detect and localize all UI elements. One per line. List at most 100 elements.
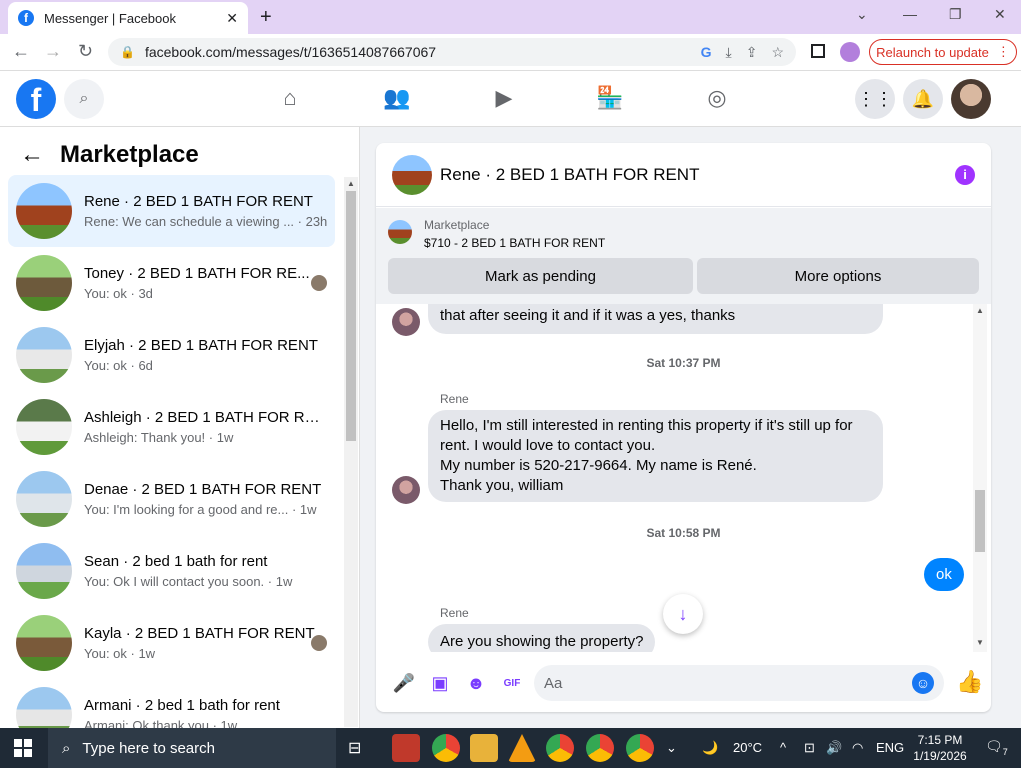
chat-preview: You: ok · 3d xyxy=(84,286,153,301)
scroll-to-bottom-icon[interactable]: ↓ xyxy=(663,594,703,634)
chat-item-denae[interactable]: Denae · 2 BED 1 BATH FOR RENT You: I'm l… xyxy=(8,463,335,535)
message-bubble[interactable]: Hello, I'm still interested in renting t… xyxy=(428,410,883,502)
facebook-logo-icon[interactable]: f xyxy=(16,79,56,119)
network-icon[interactable]: ◠ xyxy=(852,740,863,756)
listing-thumbnail[interactable] xyxy=(388,220,412,244)
weather-icon[interactable]: 🌙 xyxy=(702,740,718,756)
message-bubble[interactable]: that after seeing it and if it was a yes… xyxy=(428,304,883,334)
sender-avatar[interactable] xyxy=(392,476,420,504)
notifications-icon[interactable]: 🔔 xyxy=(903,79,943,119)
restore-icon[interactable]: ❐ xyxy=(949,6,962,23)
show-hidden-icons[interactable]: ^ xyxy=(780,740,786,755)
timestamp: Sat 10:58 PM xyxy=(646,526,721,540)
chat-name: Kayla · 2 BED 1 BATH FOR RENT xyxy=(84,625,315,642)
chrome-icon[interactable] xyxy=(626,734,654,762)
paint-app-icon[interactable] xyxy=(392,734,420,762)
friends-icon[interactable]: 👥 xyxy=(382,85,412,111)
url-text: facebook.com/messages/t/1636514087667067 xyxy=(144,44,437,60)
url-bar[interactable]: 🔒 facebook.com/messages/t/16365140876670… xyxy=(108,38,796,66)
scroll-thumb[interactable] xyxy=(346,191,356,441)
back-icon[interactable]: ← xyxy=(12,41,30,62)
chat-item-ashleigh[interactable]: Ashleigh · 2 BED 1 BATH FOR RE... Ashlei… xyxy=(8,391,335,463)
taskbar-overflow-icon[interactable]: ⌄ xyxy=(666,740,677,756)
scroll-up-icon[interactable]: ▲ xyxy=(347,179,355,188)
microphone-icon[interactable]: 🎤 xyxy=(386,665,422,701)
message-line: My number is 520-217-9664. My name is Re… xyxy=(440,457,757,474)
bookmark-star-icon[interactable]: ☆ xyxy=(771,44,784,61)
chrome-icon[interactable] xyxy=(432,734,460,762)
chat-list-pane: ← Marketplace Rene · 2 BED 1 BATH FOR RE… xyxy=(0,127,360,728)
notification-count: 7 xyxy=(1002,746,1008,757)
info-icon[interactable]: i xyxy=(955,164,975,185)
search-icon[interactable]: ⌕ xyxy=(64,79,104,119)
scroll-thumb[interactable] xyxy=(975,490,985,552)
google-icon[interactable]: G xyxy=(701,44,712,61)
conversation-header: Rene · 2 BED 1 BATH FOR RENT i xyxy=(376,143,991,207)
chat-item-armani[interactable]: Armani · 2 bed 1 bath for rent Armani: O… xyxy=(8,679,335,728)
groups-icon[interactable]: ◎ xyxy=(702,85,732,111)
image-icon[interactable]: ▣ xyxy=(422,665,458,701)
language-indicator[interactable]: ENG xyxy=(876,740,904,755)
scroll-up-icon[interactable]: ▲ xyxy=(976,306,984,315)
message-bubble[interactable]: Are you showing the property? xyxy=(428,624,656,652)
forward-icon[interactable]: → xyxy=(44,41,62,62)
scroll-down-icon[interactable]: ▼ xyxy=(976,638,984,647)
listing-price[interactable]: $710 - 2 BED 1 BATH FOR RENT xyxy=(424,236,605,250)
more-options-button[interactable]: More options xyxy=(697,258,979,294)
chrome-icon[interactable] xyxy=(546,734,574,762)
marketplace-icon[interactable]: 🏪 xyxy=(595,85,625,111)
clock-time: 7:15 PM xyxy=(917,733,963,747)
relaunch-button[interactable]: Relaunch to update ⋮ xyxy=(869,39,1017,65)
gif-icon[interactable]: GIF xyxy=(494,665,530,701)
chat-item-kayla[interactable]: Kayla · 2 BED 1 BATH FOR RENT You: ok · … xyxy=(8,607,335,679)
taskbar-clock[interactable]: 7:15 PM 1/19/2026 xyxy=(905,732,975,764)
notification-center-icon[interactable]: 🗨7 xyxy=(985,738,1008,757)
my-message-bubble[interactable]: ok xyxy=(924,558,964,591)
menu-grid-icon[interactable]: ⋮⋮ xyxy=(855,79,895,119)
side-panel-icon[interactable] xyxy=(811,44,825,58)
sender-name: Rene xyxy=(440,606,469,620)
chrome-icon[interactable] xyxy=(586,734,614,762)
listing-thumbnail xyxy=(16,687,72,728)
tab-search-icon[interactable]: ⌄ xyxy=(856,6,868,23)
chat-item-toney[interactable]: Toney · 2 BED 1 BATH FOR RE... You: ok ·… xyxy=(8,247,335,319)
close-window-icon[interactable]: ✕ xyxy=(994,6,1006,23)
conversation-title[interactable]: Rene · 2 BED 1 BATH FOR RENT xyxy=(440,165,955,185)
back-arrow-icon[interactable]: ← xyxy=(20,141,44,169)
close-tab-icon[interactable]: ✕ xyxy=(226,10,238,27)
listing-thumbnail xyxy=(16,399,72,455)
account-avatar[interactable] xyxy=(951,79,991,119)
taskbar-search[interactable]: ⌕ Type here to search xyxy=(48,728,336,768)
sticker-icon[interactable]: ☻ xyxy=(458,665,494,701)
new-tab-icon[interactable]: + xyxy=(260,6,272,29)
profile-icon[interactable] xyxy=(840,42,860,62)
reload-icon[interactable]: ↻ xyxy=(78,41,93,62)
message-input[interactable]: Aa ☺ xyxy=(534,665,944,701)
conversation-avatar[interactable] xyxy=(392,154,432,195)
weather-temp[interactable]: 20°C xyxy=(733,740,762,755)
install-icon[interactable]: ⤓ xyxy=(726,44,732,61)
taskbar-search-placeholder: Type here to search xyxy=(82,739,215,757)
chat-item-sean[interactable]: Sean · 2 bed 1 bath for rent You: Ok I w… xyxy=(8,535,335,607)
chat-item-rene[interactable]: Rene · 2 BED 1 BATH FOR RENT Rene: We ca… xyxy=(8,175,335,247)
tab-title: Messenger | Facebook xyxy=(44,10,176,26)
browser-tab[interactable]: f Messenger | Facebook ✕ xyxy=(8,2,248,34)
file-explorer-icon[interactable] xyxy=(470,734,498,762)
home-icon[interactable]: ⌂ xyxy=(275,85,305,111)
like-icon[interactable]: 👍 xyxy=(956,669,983,695)
minimize-icon[interactable]: — xyxy=(903,6,917,22)
task-view-icon[interactable]: ⊟ xyxy=(348,738,361,766)
share-icon[interactable]: ⇪ xyxy=(746,44,758,61)
sender-avatar[interactable] xyxy=(392,308,420,336)
thread-scrollbar[interactable]: ▲ ▼ xyxy=(973,304,987,652)
windows-start-icon[interactable] xyxy=(14,739,32,757)
emoji-icon[interactable]: ☺ xyxy=(912,672,934,694)
mark-as-pending-button[interactable]: Mark as pending xyxy=(388,258,693,294)
volume-icon[interactable]: 🔊 xyxy=(826,740,842,756)
device-icon[interactable]: ⊡ xyxy=(804,740,815,756)
lock-icon[interactable]: 🔒 xyxy=(120,45,135,59)
vlc-icon[interactable] xyxy=(508,734,536,762)
chat-item-elyjah[interactable]: Elyjah · 2 BED 1 BATH FOR RENT You: ok ·… xyxy=(8,319,335,391)
chat-list-scrollbar[interactable]: ▲ ▼ xyxy=(344,177,358,727)
watch-icon[interactable]: ▶ xyxy=(489,85,519,111)
